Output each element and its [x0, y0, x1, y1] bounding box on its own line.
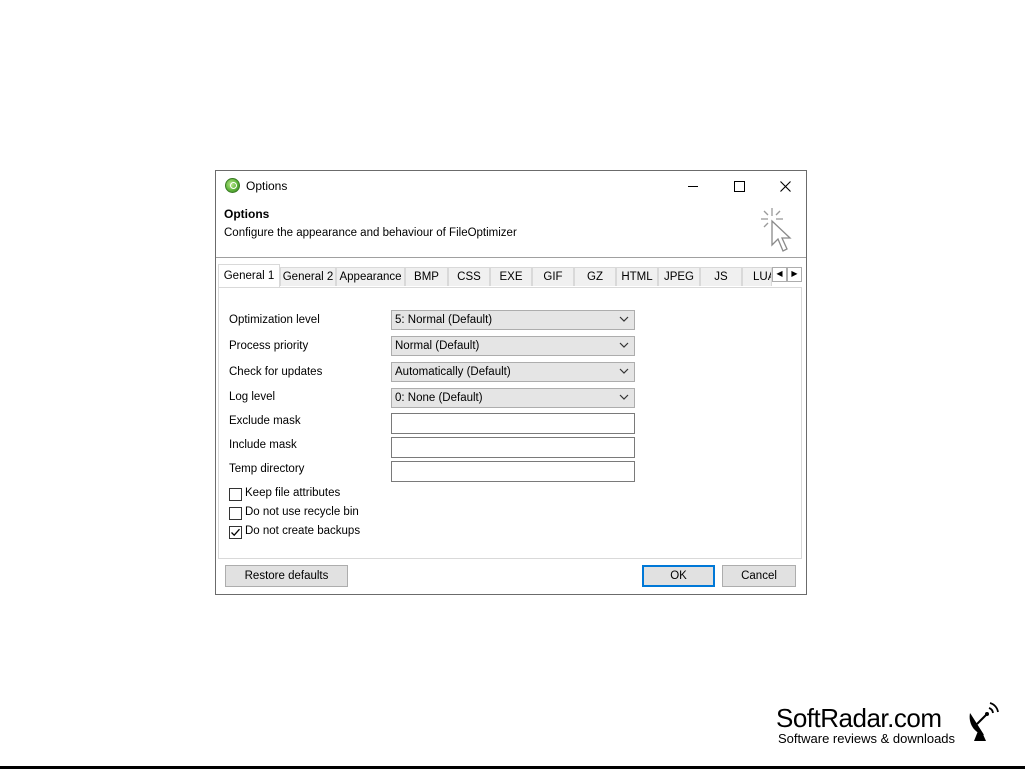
do-not-create-backups-label: Do not create backups	[245, 525, 361, 537]
log-level-value: 0: None (Default)	[395, 392, 483, 404]
window-title: Options	[246, 179, 288, 193]
checkbox-box	[229, 488, 242, 501]
softradar-watermark: SoftRadar.com Software reviews & downloa…	[776, 702, 1006, 748]
dialog-header: Options Configure the appearance and beh…	[216, 201, 806, 258]
watermark-tagline: Software reviews & downloads	[778, 731, 956, 746]
cancel-button[interactable]: Cancel	[722, 565, 796, 587]
chevron-down-icon	[619, 368, 629, 374]
exclude-mask-label: Exclude mask	[229, 415, 301, 427]
optimization-level-value: 5: Normal (Default)	[395, 314, 493, 326]
log-level-select[interactable]: 0: None (Default)	[391, 388, 635, 408]
tab-jpeg[interactable]: JPEG	[658, 267, 700, 286]
checkmark-icon	[231, 528, 240, 537]
temp-directory-label: Temp directory	[229, 463, 305, 475]
arrow-left-icon: ◀	[776, 269, 783, 278]
keep-file-attributes-label: Keep file attributes	[245, 487, 341, 499]
tab-bmp[interactable]: BMP	[405, 267, 448, 286]
tab-js[interactable]: JS	[700, 267, 742, 286]
log-level-label: Log level	[229, 391, 276, 403]
include-mask-label: Include mask	[229, 439, 297, 451]
chevron-down-icon	[619, 342, 629, 348]
chevron-down-icon	[619, 316, 629, 322]
chevron-down-icon	[619, 394, 629, 400]
arrow-right-icon: ▶	[791, 269, 798, 278]
header-description: Configure the appearance and behaviour o…	[224, 227, 517, 239]
include-mask-input[interactable]	[391, 437, 635, 458]
tab-html[interactable]: HTML	[616, 267, 658, 286]
checkbox-box	[229, 526, 242, 539]
app-icon	[225, 178, 240, 193]
title-bar[interactable]: Options	[216, 171, 806, 201]
close-icon	[779, 180, 791, 192]
watermark-brand: SoftRadar.com	[776, 703, 942, 733]
maximize-icon	[733, 180, 745, 192]
satellite-dish-icon	[969, 702, 999, 741]
process-priority-label: Process priority	[229, 340, 309, 352]
header-title: Options	[224, 207, 270, 221]
optimization-level-select[interactable]: 5: Normal (Default)	[391, 310, 635, 330]
restore-defaults-button[interactable]: Restore defaults	[225, 565, 348, 587]
options-dialog: Options Options Configure the appearance…	[215, 170, 807, 595]
tab-appearance[interactable]: Appearance	[336, 267, 405, 286]
tab-general-1[interactable]: General 1	[218, 264, 280, 287]
close-button[interactable]	[762, 171, 808, 201]
temp-directory-input[interactable]	[391, 461, 635, 482]
cursor-click-icon	[761, 208, 792, 252]
tab-scroll-left-button[interactable]: ◀	[772, 267, 787, 282]
tab-exe[interactable]: EXE	[490, 267, 532, 286]
process-priority-value: Normal (Default)	[395, 340, 480, 352]
minimize-button[interactable]	[670, 171, 716, 201]
tab-scroll-right-button[interactable]: ▶	[787, 267, 802, 282]
tab-gz[interactable]: GZ	[574, 267, 616, 286]
check-updates-label: Check for updates	[229, 366, 323, 378]
tab-gif[interactable]: GIF	[532, 267, 574, 286]
maximize-button[interactable]	[716, 171, 762, 201]
check-updates-value: Automatically (Default)	[395, 366, 511, 378]
check-updates-select[interactable]: Automatically (Default)	[391, 362, 635, 382]
checkbox-box	[229, 507, 242, 520]
tab-strip: General 1 General 2 Appearance BMP CSS E…	[218, 264, 802, 287]
ok-button[interactable]: OK	[642, 565, 715, 587]
process-priority-select[interactable]: Normal (Default)	[391, 336, 635, 356]
tab-css[interactable]: CSS	[448, 267, 490, 286]
tab-general-2[interactable]: General 2	[280, 267, 336, 286]
optimization-level-label: Optimization level	[229, 314, 320, 326]
minimize-icon	[688, 185, 698, 187]
do-not-use-recycle-bin-label: Do not use recycle bin	[245, 506, 359, 518]
exclude-mask-input[interactable]	[391, 413, 635, 434]
general-1-panel: Optimization level 5: Normal (Default) P…	[218, 287, 802, 559]
tab-lua[interactable]: LUA	[742, 267, 772, 286]
